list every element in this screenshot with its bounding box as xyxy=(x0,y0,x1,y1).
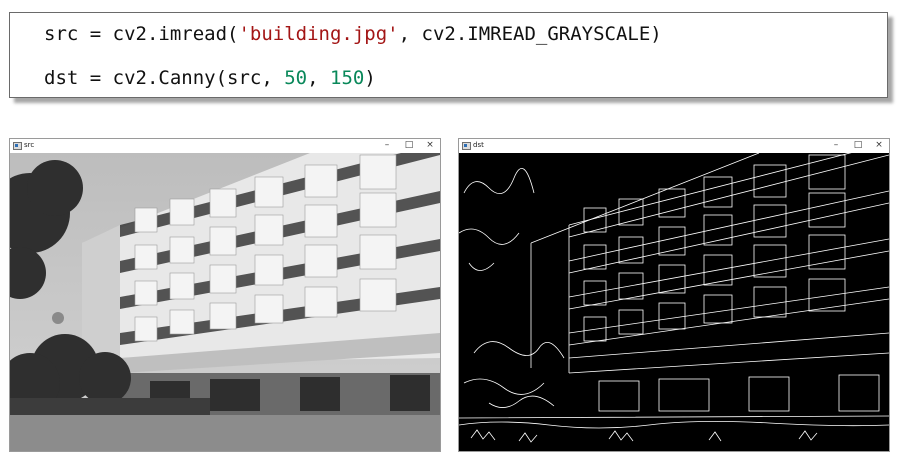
minimize-button[interactable]: – xyxy=(829,140,843,151)
string-literal: 'building.jpg' xyxy=(238,23,399,45)
app-icon xyxy=(13,142,22,150)
canny-edge-image xyxy=(459,153,889,451)
code-text: src = cv2.imread( xyxy=(44,23,239,45)
src-window: src – □ × xyxy=(9,138,441,452)
title-bar[interactable]: src – □ × xyxy=(10,139,440,153)
close-button[interactable]: × xyxy=(872,140,886,151)
number-literal: 150 xyxy=(330,67,365,89)
code-text: , xyxy=(307,67,330,89)
maximize-button[interactable]: □ xyxy=(851,140,865,151)
window-title: dst xyxy=(473,141,484,149)
grayscale-building-image xyxy=(10,153,440,451)
code-snippet: src = cv2.imread('building.jpg', cv2.IMR… xyxy=(9,12,888,98)
maximize-button[interactable]: □ xyxy=(402,140,416,151)
app-icon xyxy=(462,142,471,150)
dst-image xyxy=(459,153,889,451)
minimize-button[interactable]: – xyxy=(380,140,394,151)
code-line-1: src = cv2.imread('building.jpg', cv2.IMR… xyxy=(44,23,662,45)
close-button[interactable]: × xyxy=(423,140,437,151)
code-text: dst = cv2.Canny(src, xyxy=(44,67,285,89)
number-literal: 50 xyxy=(284,67,308,89)
code-line-2: dst = cv2.Canny(src, 50, 150) xyxy=(44,67,376,89)
code-text: , cv2.IMREAD_GRAYSCALE) xyxy=(398,23,662,45)
title-bar[interactable]: dst – □ × xyxy=(459,139,889,153)
window-title: src xyxy=(24,141,35,149)
dst-window: dst – □ × xyxy=(458,138,890,452)
src-image xyxy=(10,153,440,451)
code-text: ) xyxy=(364,67,376,89)
